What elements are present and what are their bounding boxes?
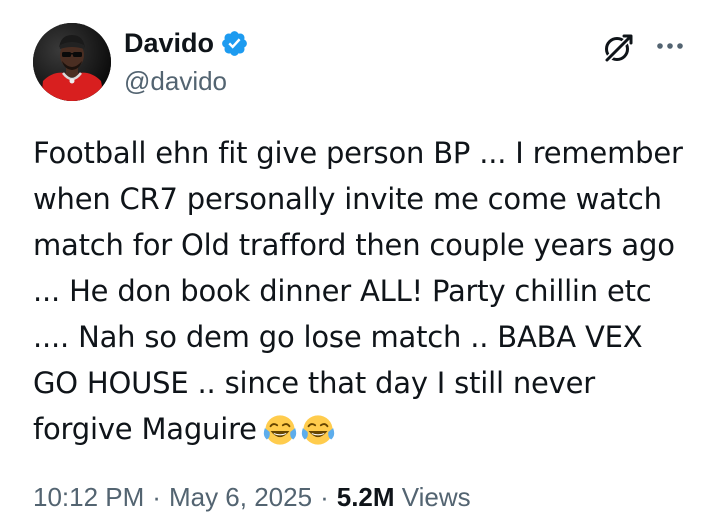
meta-separator: ·	[152, 482, 161, 512]
tweet-line: match for Old trafford then couple years…	[33, 228, 675, 262]
meta-separator: ·	[320, 482, 329, 512]
tweet-line-text: forgive Maguire	[33, 412, 257, 446]
tweet-line: GO HOUSE .. since that day I still never	[33, 366, 595, 400]
tweet-text: Football ehn fit give person BP ... I re…	[33, 130, 698, 452]
tweet-date[interactable]: May 6, 2025	[169, 482, 312, 512]
tweet-line: Football ehn fit give person BP ... I re…	[33, 136, 683, 170]
display-name[interactable]: Davido	[124, 27, 214, 59]
verified-badge-icon[interactable]	[220, 29, 249, 58]
more-options-icon[interactable]	[652, 34, 688, 58]
tweet-card: Davido @davido Football ehn fit give per…	[0, 0, 720, 529]
face-with-tears-of-joy-icon	[301, 415, 335, 445]
tweet-line: ... He don book dinner ALL! Party chilli…	[33, 274, 652, 308]
user-handle[interactable]: @davido	[124, 66, 227, 96]
views-count: 5.2M	[336, 482, 395, 512]
user-name-row: Davido	[124, 27, 249, 59]
face-with-tears-of-joy-icon	[263, 415, 297, 445]
tweet-line-last: forgive Maguire	[33, 406, 698, 452]
emoji-group	[263, 413, 335, 447]
avatar-image	[33, 23, 111, 101]
tweet-time[interactable]: 10:12 PM	[33, 482, 144, 512]
tweet-meta: 10:12 PM · May 6, 2025 · 5.2M Views	[33, 480, 471, 514]
avatar[interactable]	[33, 23, 111, 101]
grok-icon[interactable]	[600, 30, 636, 66]
views-label: Views	[401, 482, 471, 512]
tweet-line: .... Nah so dem go lose match .. BABA VE…	[33, 320, 643, 354]
tweet-line: when CR7 personally invite me come watch	[33, 182, 662, 216]
